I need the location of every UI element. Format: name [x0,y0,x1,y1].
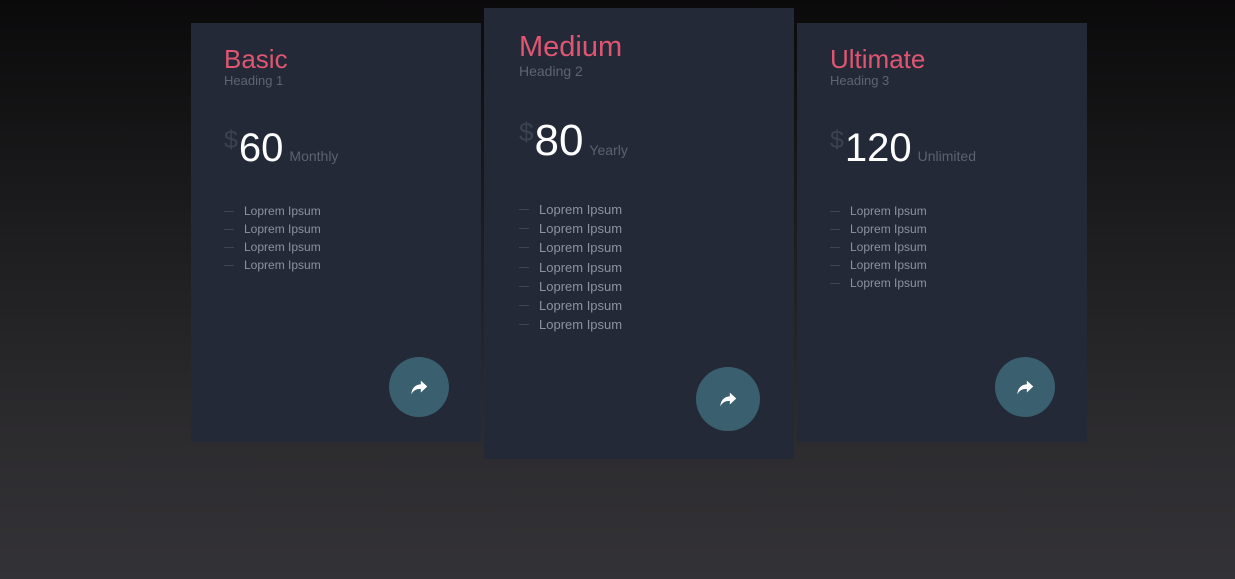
dash-bullet [519,266,529,268]
currency-symbol: $ [224,126,238,154]
feature-label: Loprem Ipsum [539,317,623,333]
feature-label: Loprem Ipsum [244,222,321,236]
price-row: $ 80 Yearly [519,118,794,164]
plan-heading: Heading 2 [519,63,583,79]
feature-item: Loprem Ipsum [224,202,321,220]
feature-list: Loprem Ipsum Loprem Ipsum Loprem Ipsum L… [224,202,321,274]
share-arrow-icon [720,392,737,407]
currency-symbol: $ [830,126,844,154]
feature-label: Loprem Ipsum [244,258,321,272]
plan-heading: Heading 3 [830,73,890,88]
share-arrow-icon [411,380,428,395]
dash-bullet [224,264,234,266]
dash-bullet [519,305,529,307]
feature-item: Loprem Ipsum [519,258,622,277]
feature-item: Loprem Ipsum [519,200,622,219]
plan-name: Medium [519,31,623,63]
feature-item: Loprem Ipsum [830,202,927,220]
dash-bullet [519,247,529,249]
plan-name: Basic [224,44,288,74]
dash-bullet [519,285,529,287]
feature-item: Loprem Ipsum [830,274,927,292]
pricing-card-medium: Medium Heading 2 $ 80 Yearly Loprem Ipsu… [484,8,794,459]
feature-label: Loprem Ipsum [539,202,623,218]
dash-bullet [224,210,234,212]
feature-label: Loprem Ipsum [850,240,927,254]
plan-heading: Heading 1 [224,73,284,88]
billing-period: Unlimited [917,148,977,164]
feature-item: Loprem Ipsum [519,277,622,296]
plan-name: Ultimate [830,44,926,74]
dash-bullet [830,282,840,284]
select-plan-button[interactable] [696,367,760,431]
share-arrow-icon [1017,380,1034,395]
billing-period: Monthly [289,148,339,164]
pricing-card-ultimate: Ultimate Heading 3 $ 120 Unlimited Lopre… [797,23,1087,442]
price-amount: 60 [238,126,284,170]
feature-label: Loprem Ipsum [539,221,623,237]
pricing-card-basic: Basic Heading 1 $ 60 Monthly Loprem Ipsu… [191,23,481,442]
feature-item: Loprem Ipsum [830,238,927,256]
price-amount: 80 [534,116,584,165]
feature-item: Loprem Ipsum [224,238,321,256]
billing-period: Yearly [589,142,628,158]
feature-item: Loprem Ipsum [519,315,622,334]
dash-bullet [519,324,529,326]
feature-list: Loprem Ipsum Loprem Ipsum Loprem Ipsum L… [830,202,927,292]
feature-label: Loprem Ipsum [539,278,623,294]
feature-list: Loprem Ipsum Loprem Ipsum Loprem Ipsum L… [519,200,622,334]
feature-label: Loprem Ipsum [539,259,623,275]
dash-bullet [830,210,840,212]
dash-bullet [224,228,234,230]
feature-label: Loprem Ipsum [539,298,623,314]
feature-label: Loprem Ipsum [539,240,623,256]
select-plan-button[interactable] [389,357,449,417]
dash-bullet [830,246,840,248]
feature-label: Loprem Ipsum [850,204,927,218]
feature-label: Loprem Ipsum [244,240,321,254]
feature-label: Loprem Ipsum [244,204,321,218]
dash-bullet [224,246,234,248]
dash-bullet [519,228,529,230]
feature-label: Loprem Ipsum [850,258,927,272]
feature-label: Loprem Ipsum [850,276,927,290]
dash-bullet [519,209,529,211]
feature-item: Loprem Ipsum [830,256,927,274]
feature-item: Loprem Ipsum [830,220,927,238]
feature-item: Loprem Ipsum [519,219,622,238]
feature-item: Loprem Ipsum [519,238,622,257]
dash-bullet [830,264,840,266]
feature-item: Loprem Ipsum [519,296,622,315]
select-plan-button[interactable] [995,357,1055,417]
feature-item: Loprem Ipsum [224,256,321,274]
dash-bullet [830,228,840,230]
currency-symbol: $ [519,117,534,147]
price-amount: 120 [844,126,912,170]
price-row: $ 60 Monthly [224,126,481,170]
price-row: $ 120 Unlimited [830,126,1087,170]
feature-item: Loprem Ipsum [224,220,321,238]
feature-label: Loprem Ipsum [850,222,927,236]
